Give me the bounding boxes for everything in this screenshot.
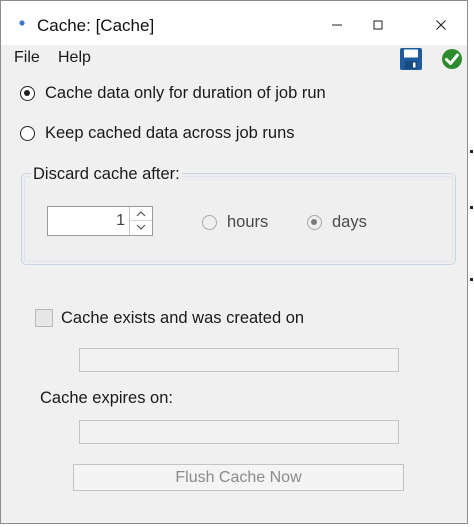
cache-expires-label: Cache expires on: [40,389,173,407]
title-bar[interactable]: Cache: [Cache] [1,1,467,45]
maximize-icon [373,20,383,30]
spinner-down-button[interactable] [130,221,152,234]
radio-button[interactable] [307,215,322,230]
chevron-down-icon [136,224,146,230]
window-title: Cache: [Cache] [37,16,155,35]
flush-cache-button[interactable]: Flush Cache Now [73,464,404,491]
menu-help[interactable]: Help [58,49,91,67]
radio-duration-of-job[interactable]: Cache data only for duration of job run [20,84,326,103]
radio-label: hours [227,213,269,231]
ok-check-icon[interactable] [440,47,464,71]
discard-group-legend: Discard cache after: [31,165,182,184]
minimize-icon [332,24,342,26]
close-button[interactable] [418,11,464,39]
spinner-value[interactable]: 1 [116,212,125,230]
discard-value-spinner[interactable]: 1 [47,206,153,236]
maximize-button[interactable] [355,11,401,39]
cache-exists-checkbox[interactable] [35,309,53,327]
radio-keep-across-runs[interactable]: Keep cached data across job runs [20,124,295,143]
created-on-field[interactable] [79,348,399,372]
menu-file[interactable]: File [14,49,40,67]
expires-on-field[interactable] [79,420,399,444]
radio-label: Cache data only for duration of job run [45,84,326,102]
edge-mark [470,278,473,281]
edge-mark [470,206,473,209]
menu-bar: File Help [1,45,467,73]
radio-button[interactable] [202,215,217,230]
background-window-edge [468,0,474,527]
cache-exists-label: Cache exists and was created on [61,309,305,327]
edge-mark [470,150,473,153]
radio-label: Keep cached data across job runs [45,124,295,142]
radio-button[interactable] [20,86,35,101]
cache-dialog: Cache: [Cache] File Help Cache data only… [0,0,468,524]
spinner-buttons [129,207,152,235]
radio-button[interactable] [20,126,35,141]
minimize-button[interactable] [314,11,360,39]
radio-days[interactable]: days [307,213,367,232]
radio-label: days [332,213,367,231]
close-icon [436,20,446,30]
chevron-up-icon [136,211,146,217]
app-icon [19,20,25,26]
spinner-up-button[interactable] [130,207,152,221]
radio-hours[interactable]: hours [202,213,268,232]
save-icon[interactable] [399,47,423,71]
